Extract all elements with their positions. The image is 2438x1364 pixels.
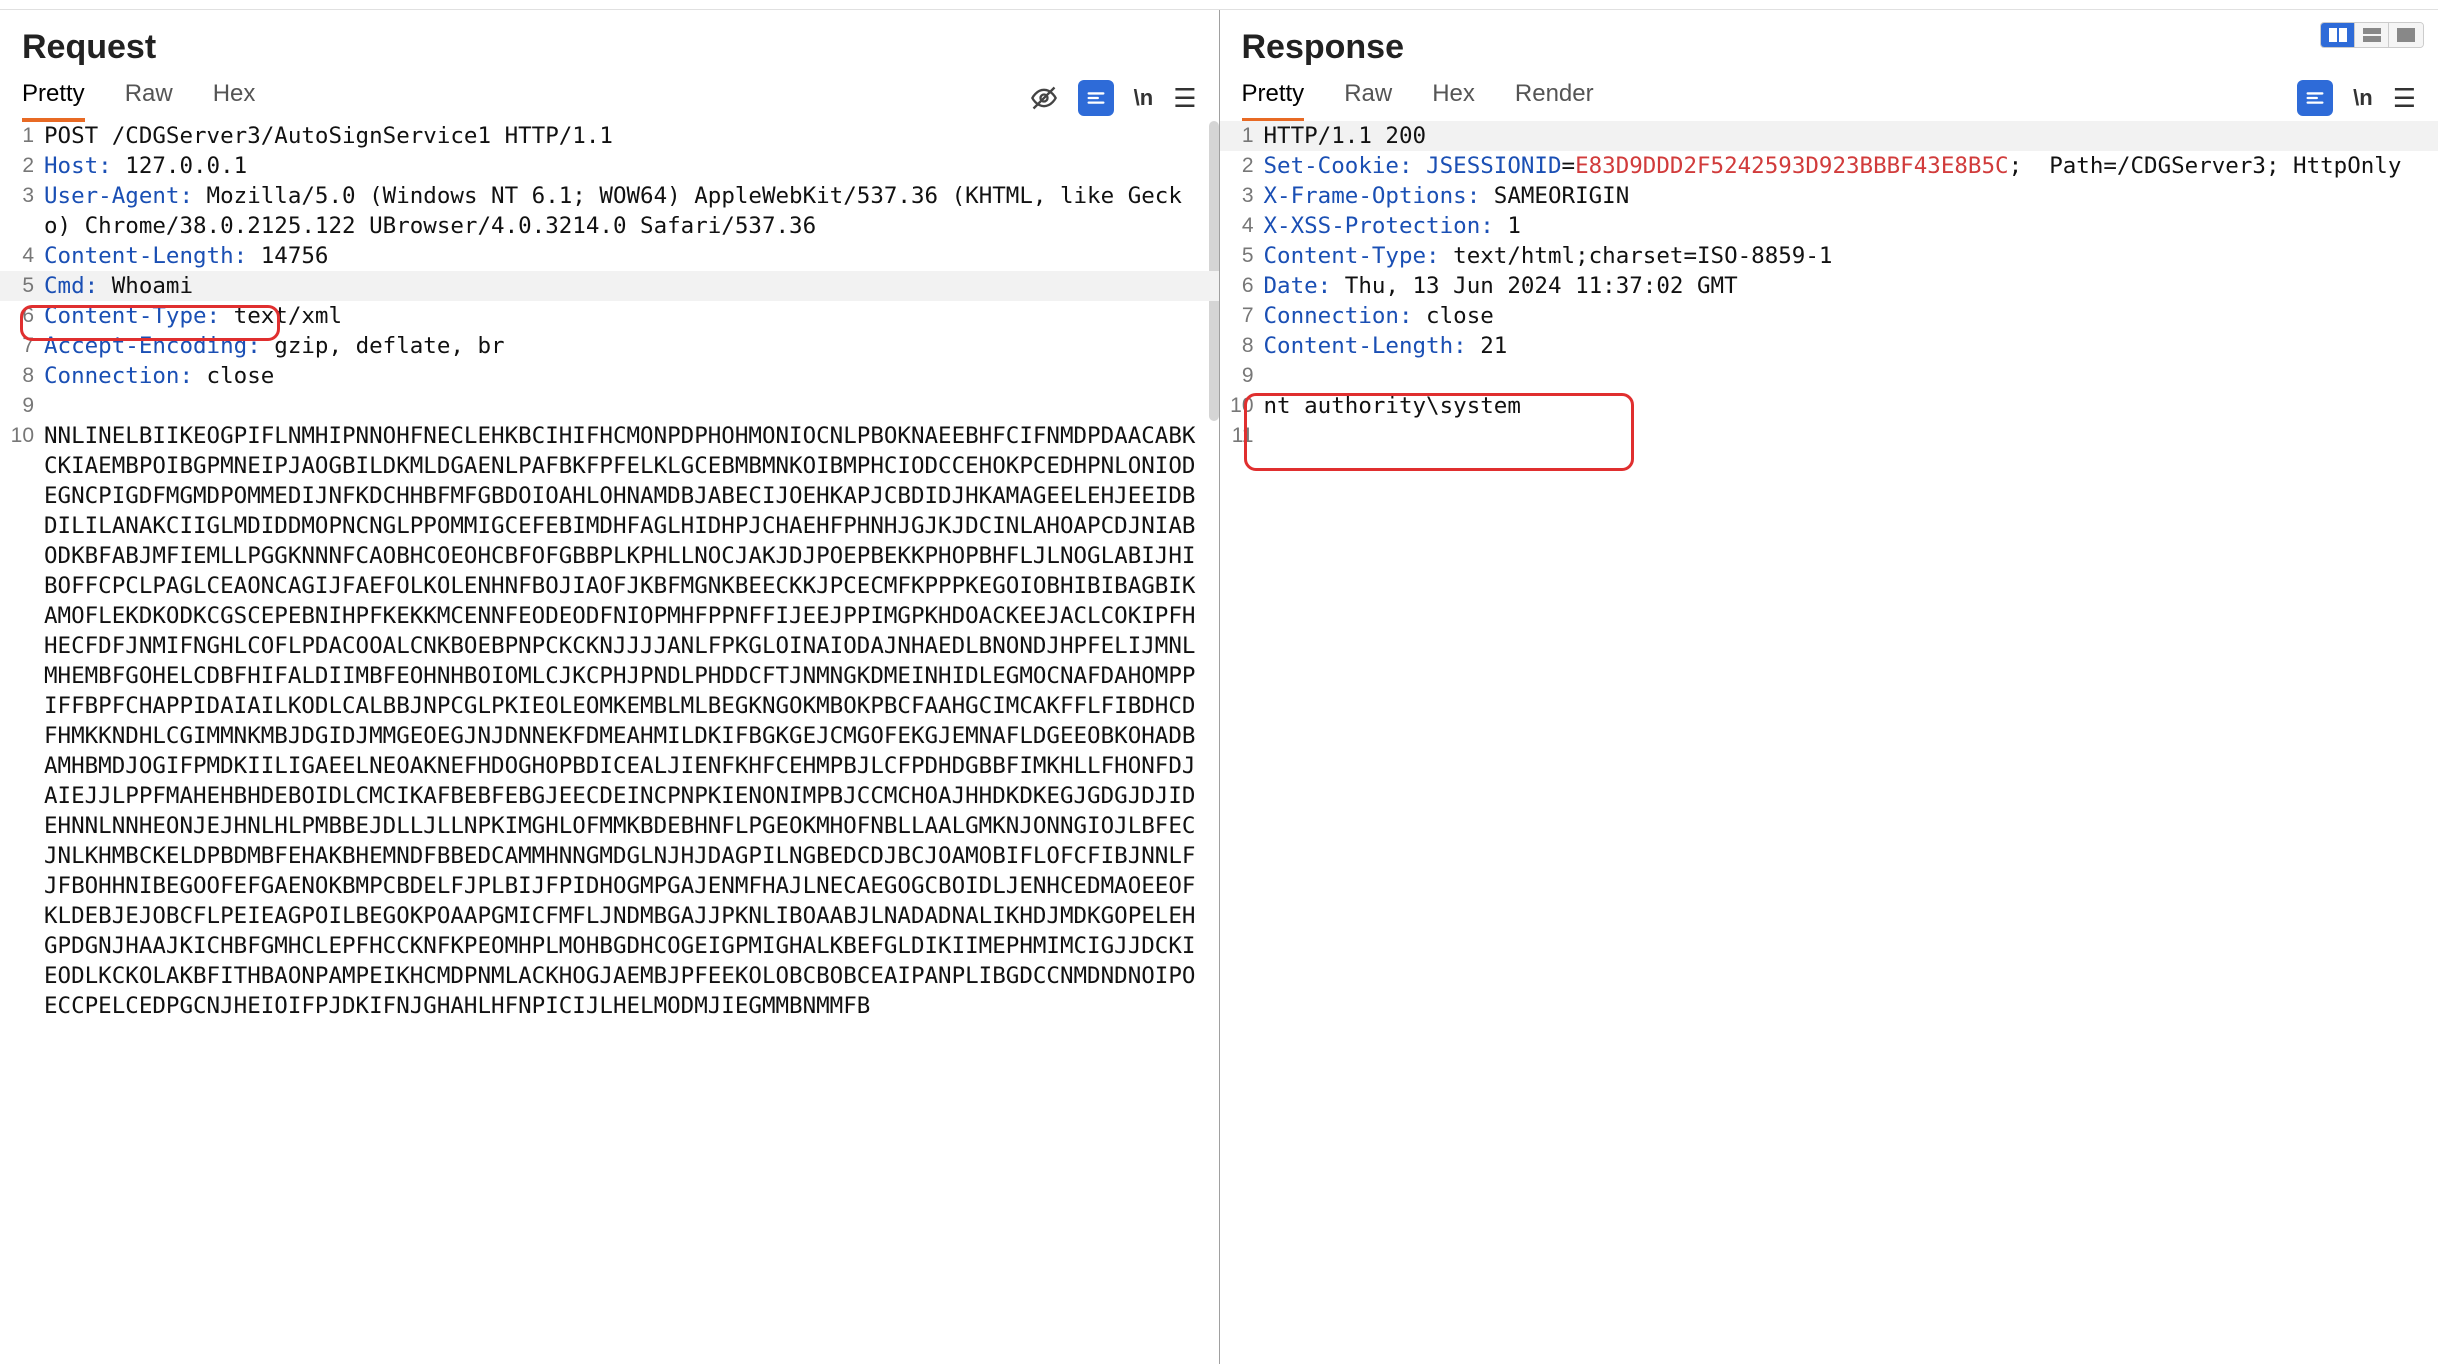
line-number: 6 bbox=[1220, 271, 1264, 301]
layout-split-button[interactable] bbox=[2321, 23, 2355, 47]
code-text[interactable]: Content-Type: text/xml bbox=[44, 301, 1219, 331]
code-text[interactable]: Cmd: Whoami bbox=[44, 271, 1219, 301]
response-editor-scroll[interactable]: 1HTTP/1.1 2002Set-Cookie: JSESSIONID=E83… bbox=[1220, 121, 2438, 1364]
line-number: 7 bbox=[1220, 301, 1264, 331]
code-text[interactable] bbox=[44, 391, 1219, 421]
line-number: 1 bbox=[0, 121, 44, 151]
code-text[interactable]: Host: 127.0.0.1 bbox=[44, 151, 1219, 181]
line-number: 3 bbox=[0, 181, 44, 241]
code-text[interactable]: User-Agent: Mozilla/5.0 (Windows NT 6.1;… bbox=[44, 181, 1219, 241]
layout-stack-button[interactable] bbox=[2355, 23, 2389, 47]
line-number: 9 bbox=[1220, 361, 1264, 391]
request-tabs: Pretty Raw Hex bbox=[22, 74, 1030, 122]
request-line[interactable]: 10NNLINELBIIKEOGPIFLNMHIPNNOHFNECLEHKBCI… bbox=[0, 421, 1219, 1021]
request-line[interactable]: 1POST /CDGServer3/AutoSignService1 HTTP/… bbox=[0, 121, 1219, 151]
request-line[interactable]: 8Connection: close bbox=[0, 361, 1219, 391]
response-pane: Response Pretty Raw Hex Render \n ☰ 1HTT… bbox=[1220, 10, 2438, 1364]
response-tabs: Pretty Raw Hex Render bbox=[1242, 74, 2298, 122]
show-newlines-toggle[interactable]: \n bbox=[1134, 85, 1154, 111]
line-number: 5 bbox=[0, 271, 44, 301]
request-tabbar: Pretty Raw Hex \n ☰ bbox=[0, 75, 1219, 121]
response-line[interactable]: 4X-XSS-Protection: 1 bbox=[1220, 211, 2438, 241]
request-editor[interactable]: 1POST /CDGServer3/AutoSignService1 HTTP/… bbox=[0, 121, 1219, 1021]
pretty-format-icon[interactable] bbox=[1078, 80, 1114, 116]
request-line[interactable]: 2Host: 127.0.0.1 bbox=[0, 151, 1219, 181]
request-line[interactable]: 6Content-Type: text/xml bbox=[0, 301, 1219, 331]
line-number: 10 bbox=[1220, 391, 1264, 421]
code-text[interactable]: Content-Length: 21 bbox=[1264, 331, 2438, 361]
tab-response-render[interactable]: Render bbox=[1515, 74, 1594, 122]
code-text[interactable]: NNLINELBIIKEOGPIFLNMHIPNNOHFNECLEHKBCIHI… bbox=[44, 421, 1219, 1021]
request-line[interactable]: 7Accept-Encoding: gzip, deflate, br bbox=[0, 331, 1219, 361]
code-text[interactable]: POST /CDGServer3/AutoSignService1 HTTP/1… bbox=[44, 121, 1219, 151]
code-text[interactable]: Content-Length: 14756 bbox=[44, 241, 1219, 271]
tab-request-raw[interactable]: Raw bbox=[125, 74, 173, 122]
response-title: Response bbox=[1220, 10, 2438, 75]
code-text[interactable]: Date: Thu, 13 Jun 2024 11:37:02 GMT bbox=[1264, 271, 2438, 301]
line-number: 4 bbox=[1220, 211, 1264, 241]
code-text[interactable]: Connection: close bbox=[44, 361, 1219, 391]
response-line[interactable]: 9 bbox=[1220, 361, 2438, 391]
code-text[interactable]: Connection: close bbox=[1264, 301, 2438, 331]
request-title: Request bbox=[0, 10, 1219, 75]
response-tabbar: Pretty Raw Hex Render \n ☰ bbox=[1220, 75, 2438, 121]
response-line[interactable]: 6Date: Thu, 13 Jun 2024 11:37:02 GMT bbox=[1220, 271, 2438, 301]
request-line[interactable]: 9 bbox=[0, 391, 1219, 421]
code-text[interactable]: HTTP/1.1 200 bbox=[1264, 121, 2438, 151]
line-number: 7 bbox=[0, 331, 44, 361]
response-line[interactable]: 11 bbox=[1220, 421, 2438, 451]
request-pane: Request Pretty Raw Hex bbox=[0, 10, 1220, 1364]
tab-response-hex[interactable]: Hex bbox=[1432, 74, 1475, 122]
request-more-menu[interactable]: ☰ bbox=[1173, 83, 1196, 114]
tab-request-pretty[interactable]: Pretty bbox=[22, 74, 85, 122]
code-text[interactable]: Accept-Encoding: gzip, deflate, br bbox=[44, 331, 1219, 361]
layout-single-button[interactable] bbox=[2389, 23, 2423, 47]
line-number: 10 bbox=[0, 421, 44, 1021]
toggle-hidden-icon[interactable] bbox=[1030, 84, 1058, 112]
response-line[interactable]: 10nt authority\system bbox=[1220, 391, 2438, 421]
line-number: 2 bbox=[1220, 151, 1264, 181]
split-container: Request Pretty Raw Hex bbox=[0, 10, 2438, 1364]
tab-response-pretty[interactable]: Pretty bbox=[1242, 74, 1305, 122]
line-number: 1 bbox=[1220, 121, 1264, 151]
code-text[interactable]: nt authority\system bbox=[1264, 391, 2438, 421]
response-editor[interactable]: 1HTTP/1.1 2002Set-Cookie: JSESSIONID=E83… bbox=[1220, 121, 2438, 451]
request-editor-scroll[interactable]: 1POST /CDGServer3/AutoSignService1 HTTP/… bbox=[0, 121, 1219, 1364]
code-text[interactable] bbox=[1264, 421, 2438, 451]
code-text[interactable] bbox=[1264, 361, 2438, 391]
line-number: 11 bbox=[1220, 421, 1264, 451]
line-number: 4 bbox=[0, 241, 44, 271]
code-text[interactable]: Set-Cookie: JSESSIONID=E83D9DDD2F5242593… bbox=[1264, 151, 2438, 181]
code-text[interactable]: X-XSS-Protection: 1 bbox=[1264, 211, 2438, 241]
response-line[interactable]: 7Connection: close bbox=[1220, 301, 2438, 331]
request-line[interactable]: 3User-Agent: Mozilla/5.0 (Windows NT 6.1… bbox=[0, 181, 1219, 241]
response-line[interactable]: 5Content-Type: text/html;charset=ISO-885… bbox=[1220, 241, 2438, 271]
line-number: 2 bbox=[0, 151, 44, 181]
pretty-format-icon[interactable] bbox=[2297, 80, 2333, 116]
line-number: 9 bbox=[0, 391, 44, 421]
request-line[interactable]: 5Cmd: Whoami bbox=[0, 271, 1219, 301]
top-divider bbox=[0, 0, 2438, 10]
line-number: 3 bbox=[1220, 181, 1264, 211]
show-newlines-toggle[interactable]: \n bbox=[2353, 85, 2373, 111]
line-number: 8 bbox=[1220, 331, 1264, 361]
line-number: 8 bbox=[0, 361, 44, 391]
code-text[interactable]: X-Frame-Options: SAMEORIGIN bbox=[1264, 181, 2438, 211]
tab-request-hex[interactable]: Hex bbox=[213, 74, 256, 122]
layout-toggle-group bbox=[2320, 22, 2424, 48]
response-more-menu[interactable]: ☰ bbox=[2393, 83, 2416, 114]
request-line[interactable]: 4Content-Length: 14756 bbox=[0, 241, 1219, 271]
response-line[interactable]: 8Content-Length: 21 bbox=[1220, 331, 2438, 361]
line-number: 5 bbox=[1220, 241, 1264, 271]
response-line[interactable]: 1HTTP/1.1 200 bbox=[1220, 121, 2438, 151]
response-line[interactable]: 3X-Frame-Options: SAMEORIGIN bbox=[1220, 181, 2438, 211]
tab-response-raw[interactable]: Raw bbox=[1344, 74, 1392, 122]
response-line[interactable]: 2Set-Cookie: JSESSIONID=E83D9DDD2F524259… bbox=[1220, 151, 2438, 181]
request-tools: \n ☰ bbox=[1030, 80, 1197, 116]
response-tools: \n ☰ bbox=[2297, 80, 2416, 116]
line-number: 6 bbox=[0, 301, 44, 331]
code-text[interactable]: Content-Type: text/html;charset=ISO-8859… bbox=[1264, 241, 2438, 271]
